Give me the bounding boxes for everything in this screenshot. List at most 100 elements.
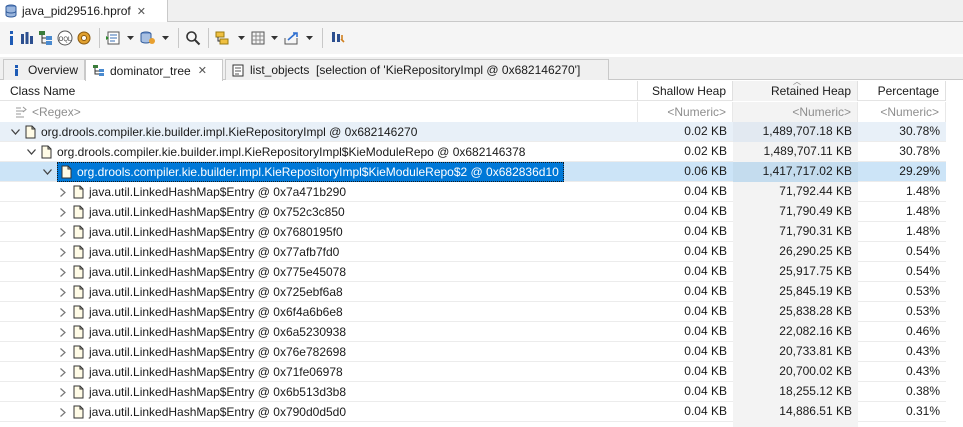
chevron-down-icon[interactable] — [236, 27, 246, 49]
table-row[interactable]: java.util.LinkedHashMap$Entry @ 0x77afb7… — [0, 242, 963, 262]
percentage-cell: 30.78% — [899, 144, 940, 158]
object-instance-icon — [73, 265, 84, 279]
filter-icon — [16, 106, 27, 118]
shallow-heap-cell: 0.04 KB — [684, 284, 727, 298]
table-row[interactable]: java.util.LinkedHashMap$Entry @ 0x6f4a6b… — [0, 302, 963, 322]
class-name-cell[interactable]: java.util.LinkedHashMap$Entry @ 0x76e782… — [0, 342, 638, 362]
table-row[interactable]: org.drools.compiler.kie.builder.impl.Kie… — [0, 162, 963, 182]
class-name-label: java.util.LinkedHashMap$Entry @ 0x76e782… — [89, 344, 347, 359]
chevron-down-icon[interactable] — [269, 27, 279, 49]
table-row[interactable]: java.util.LinkedHashMap$Entry @ 0x6a5230… — [0, 322, 963, 342]
percentage-cell: 0.46% — [905, 324, 940, 338]
column-header-retained-heap[interactable]: ︿ Retained Heap — [733, 78, 858, 101]
table-row[interactable]: java.util.LinkedHashMap$Entry @ 0x768019… — [0, 222, 963, 242]
shallow-heap-cell: 0.04 KB — [684, 264, 727, 278]
column-header-class-name[interactable]: Class Name — [0, 81, 638, 101]
retained-heap-cell: 14,886.51 KB — [733, 402, 858, 422]
table-header: Class Name Shallow Heap ︿ Retained Heap … — [0, 78, 963, 101]
filter-placeholder: <Regex> — [32, 105, 81, 119]
chevron-down-icon[interactable] — [304, 27, 314, 49]
table-row[interactable]: java.util.LinkedHashMap$Entry @ 0x7a471b… — [0, 182, 963, 202]
chevron-right-icon[interactable] — [58, 287, 68, 297]
class-name-cell[interactable]: java.util.LinkedHashMap$Entry @ 0x77afb7… — [0, 242, 638, 262]
run-report-icon[interactable] — [106, 27, 122, 49]
class-name-content: org.drools.compiler.kie.builder.impl.Kie… — [41, 143, 525, 162]
percentage-filter-input[interactable]: <Numeric> — [858, 102, 946, 122]
tab-dominator-tree[interactable]: dominator_tree ✕ — [85, 59, 223, 81]
class-name-cell[interactable]: java.util.LinkedHashMap$Entry @ 0x752c3c… — [0, 202, 638, 222]
class-name-cell[interactable]: org.drools.compiler.kie.builder.impl.Kie… — [0, 122, 638, 142]
object-instance-icon — [73, 205, 84, 219]
query-browser-icon[interactable] — [139, 27, 157, 49]
chevron-right-icon[interactable] — [58, 267, 68, 277]
chevron-right-icon[interactable] — [58, 227, 68, 237]
dominator-tree-icon[interactable] — [38, 27, 54, 49]
tab-overview[interactable]: Overview — [3, 59, 85, 80]
class-name-cell[interactable]: java.util.LinkedHashMap$Entry @ 0x725ebf… — [0, 282, 638, 302]
table-row[interactable]: java.util.LinkedHashMap$Entry @ 0x6b513d… — [0, 382, 963, 402]
oql-icon[interactable]: OQL — [57, 27, 73, 49]
close-icon[interactable]: ✕ — [198, 64, 207, 77]
column-header-shallow-heap[interactable]: Shallow Heap — [638, 81, 733, 101]
heap-dump-overview-icon[interactable] — [76, 27, 92, 49]
chevron-down-icon[interactable] — [26, 147, 36, 157]
table-row[interactable] — [0, 422, 963, 427]
search-icon[interactable] — [185, 27, 201, 49]
object-instance-icon — [73, 385, 84, 399]
shallow-heap-cell: 0.02 KB — [684, 144, 727, 158]
retained-heap-filter-input[interactable]: <Numeric> — [733, 102, 858, 122]
shallow-heap-cell: 0.04 KB — [684, 384, 727, 398]
table-row[interactable]: org.drools.compiler.kie.builder.impl.Kie… — [0, 142, 963, 162]
histogram-icon[interactable] — [19, 27, 35, 49]
chevron-down-icon[interactable] — [42, 167, 52, 177]
percentage-cell: 1.48% — [905, 204, 940, 218]
class-name-cell[interactable]: java.util.LinkedHashMap$Entry @ 0x71fe06… — [0, 362, 638, 382]
table-row[interactable]: org.drools.compiler.kie.builder.impl.Kie… — [0, 122, 963, 142]
chevron-down-icon[interactable] — [10, 127, 20, 137]
retained-heap-cell: 20,733.81 KB — [733, 342, 858, 362]
class-name-cell[interactable] — [0, 422, 638, 427]
toolbar-separator — [178, 28, 179, 48]
group-by-icon[interactable] — [215, 27, 233, 49]
chevron-right-icon[interactable] — [58, 307, 68, 317]
class-name-cell[interactable]: java.util.LinkedHashMap$Entry @ 0x6b513d… — [0, 382, 638, 402]
chevron-right-icon[interactable] — [58, 207, 68, 217]
class-name-cell[interactable]: java.util.LinkedHashMap$Entry @ 0x6f4a6b… — [0, 302, 638, 322]
tab-list-objects[interactable]: list_objects [selection of 'KieRepositor… — [225, 59, 609, 80]
chevron-down-icon[interactable] — [125, 27, 135, 49]
chevron-down-icon[interactable] — [160, 27, 170, 49]
percentage-cell: 0.53% — [905, 304, 940, 318]
class-name-cell[interactable]: java.util.LinkedHashMap$Entry @ 0x775e45… — [0, 262, 638, 282]
table-row[interactable]: java.util.LinkedHashMap$Entry @ 0x725ebf… — [0, 282, 963, 302]
chevron-right-icon[interactable] — [58, 407, 68, 417]
class-name-cell[interactable]: java.util.LinkedHashMap$Entry @ 0x6a5230… — [0, 322, 638, 342]
chevron-right-icon[interactable] — [58, 347, 68, 357]
editor-tab-heap-dump[interactable]: java_pid29516.hprof ✕ — [0, 0, 168, 22]
class-name-content: java.util.LinkedHashMap$Entry @ 0x76e782… — [73, 343, 346, 362]
shallow-heap-filter-input[interactable]: <Numeric> — [638, 102, 733, 122]
column-header-percentage[interactable]: Percentage — [858, 81, 946, 101]
class-name-cell[interactable]: java.util.LinkedHashMap$Entry @ 0x790d0d… — [0, 402, 638, 422]
table-row[interactable]: java.util.LinkedHashMap$Entry @ 0x790d0d… — [0, 402, 963, 422]
info-icon[interactable] — [6, 27, 16, 49]
calculate-retained-size-icon[interactable] — [250, 27, 266, 49]
class-name-cell[interactable]: java.util.LinkedHashMap$Entry @ 0x768019… — [0, 222, 638, 242]
class-name-filter-input[interactable]: <Regex> — [0, 102, 638, 122]
chevron-right-icon[interactable] — [58, 187, 68, 197]
export-icon[interactable] — [283, 27, 301, 49]
table-row[interactable]: java.util.LinkedHashMap$Entry @ 0x71fe06… — [0, 362, 963, 382]
pin-icon[interactable] — [329, 27, 345, 49]
chevron-right-icon[interactable] — [58, 247, 68, 257]
class-name-label: java.util.LinkedHashMap$Entry @ 0x7a471b… — [89, 184, 347, 199]
table-row[interactable]: java.util.LinkedHashMap$Entry @ 0x775e45… — [0, 262, 963, 282]
table-row[interactable]: java.util.LinkedHashMap$Entry @ 0x752c3c… — [0, 202, 963, 222]
class-name-cell[interactable]: org.drools.compiler.kie.builder.impl.Kie… — [0, 162, 638, 182]
percentage-cell: 0.54% — [905, 264, 940, 278]
chevron-right-icon[interactable] — [58, 367, 68, 377]
class-name-cell[interactable]: org.drools.compiler.kie.builder.impl.Kie… — [0, 142, 638, 162]
chevron-right-icon[interactable] — [58, 387, 68, 397]
table-row[interactable]: java.util.LinkedHashMap$Entry @ 0x76e782… — [0, 342, 963, 362]
close-icon[interactable]: ✕ — [137, 5, 146, 18]
chevron-right-icon[interactable] — [58, 327, 68, 337]
class-name-cell[interactable]: java.util.LinkedHashMap$Entry @ 0x7a471b… — [0, 182, 638, 202]
